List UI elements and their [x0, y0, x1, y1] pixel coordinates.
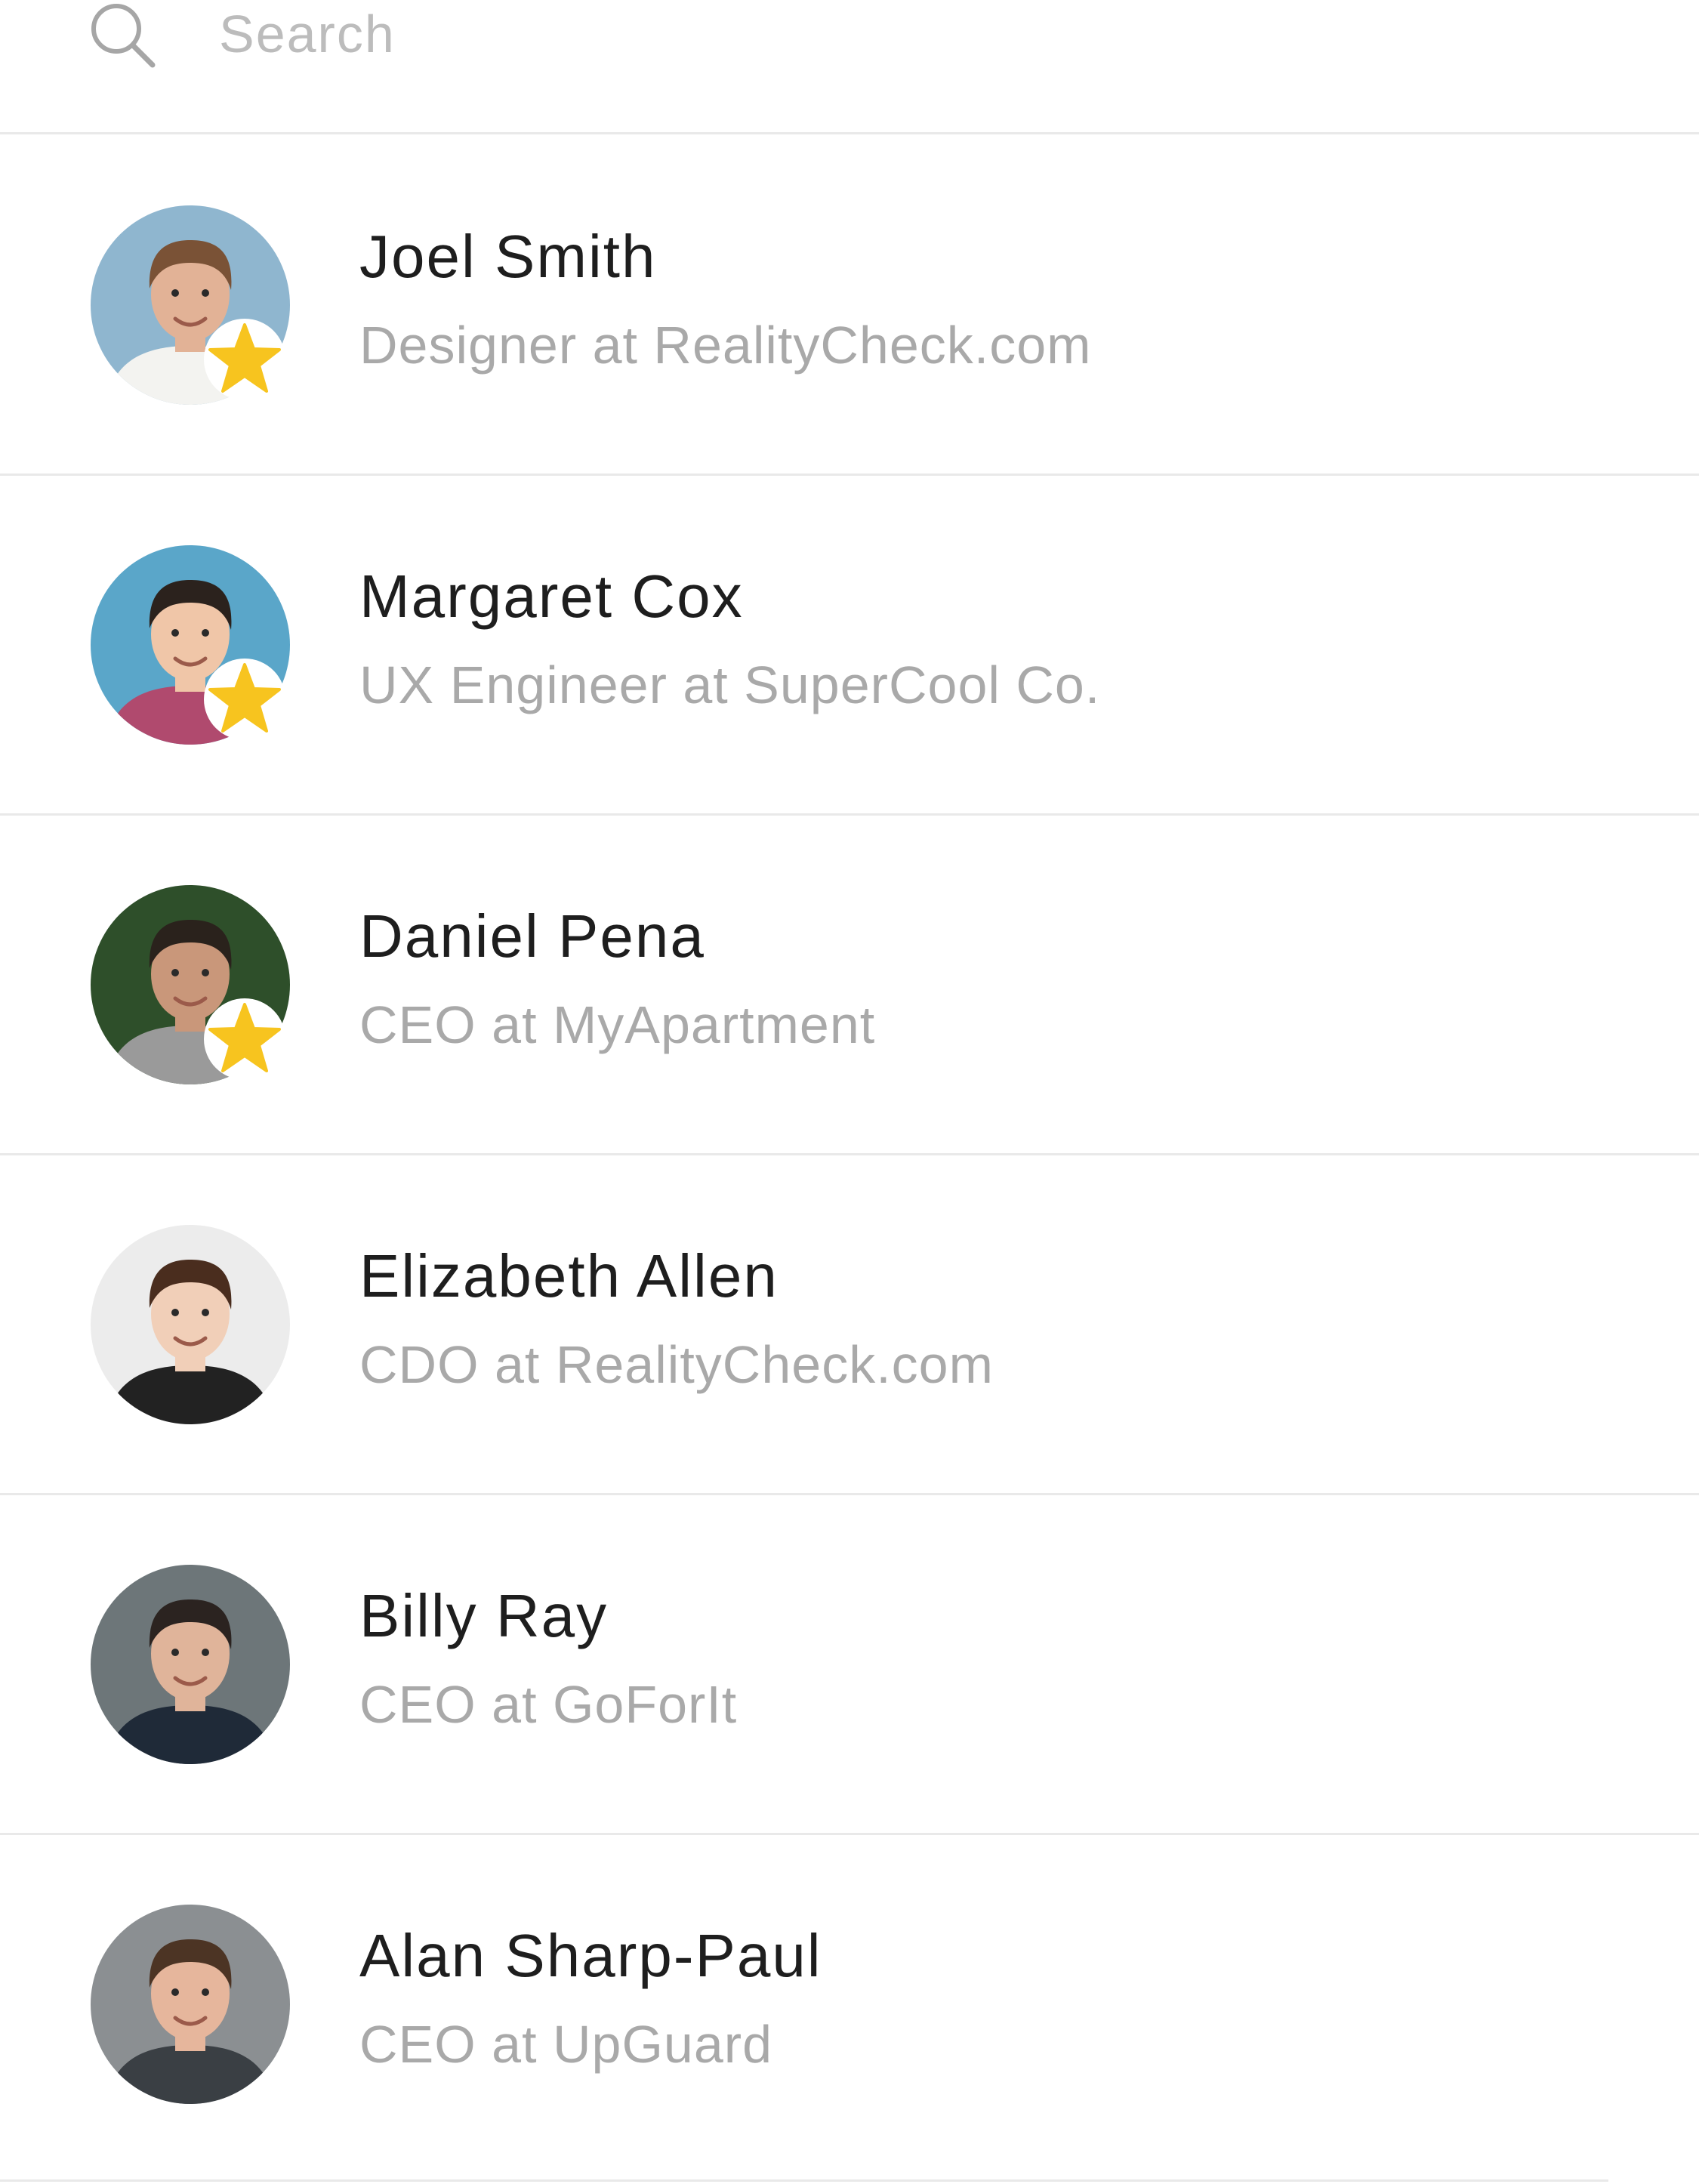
contacts-screen: Joel Smith Designer at RealityCheck.com Ma… [0, 0, 1699, 2184]
contact-name: Joel Smith [359, 223, 657, 290]
contact-name: Alan Sharp-Paul [359, 1922, 822, 1989]
avatar[interactable] [91, 1905, 290, 2104]
contact-list: Joel Smith Designer at RealityCheck.com Ma… [0, 136, 1699, 2175]
contact-text: Margaret Cox UX Engineer at SuperCool Co. [359, 559, 1643, 719]
search-icon[interactable] [88, 0, 157, 68]
contact-name: Margaret Cox [359, 563, 744, 630]
contact-row[interactable]: Elizabeth Allen CDO at RealityCheck.com [0, 1155, 1699, 1495]
star-icon [202, 657, 287, 742]
contact-row[interactable]: Alan Sharp-Paul CEO at UpGuard [0, 1835, 1699, 2175]
contact-role: CEO at MyApartment [359, 995, 876, 1054]
contact-role: CEO at GoForIt [359, 1675, 738, 1734]
star-icon [202, 317, 287, 402]
contact-name: Billy Ray [359, 1582, 609, 1649]
search-bar [0, 0, 1699, 134]
avatar[interactable] [91, 885, 290, 1084]
contact-text: Joel Smith Designer at RealityCheck.com [359, 219, 1643, 379]
contact-role: Designer at RealityCheck.com [359, 316, 1092, 375]
contact-row[interactable]: Margaret Cox UX Engineer at SuperCool Co. [0, 476, 1699, 816]
contact-row[interactable]: Billy Ray CEO at GoForIt [0, 1495, 1699, 1835]
contact-row[interactable]: Daniel Pena CEO at MyApartment [0, 816, 1699, 1155]
contact-name: Daniel Pena [359, 902, 705, 970]
contact-text: Alan Sharp-Paul CEO at UpGuard [359, 1918, 1643, 2078]
star-icon [202, 997, 287, 1081]
avatar[interactable] [91, 545, 290, 745]
avatar-photo [91, 1565, 290, 1764]
contact-role: CDO at RealityCheck.com [359, 1335, 994, 1394]
search-input[interactable] [219, 0, 1578, 68]
avatar[interactable] [91, 205, 290, 405]
contact-role: UX Engineer at SuperCool Co. [359, 656, 1101, 714]
contact-row[interactable]: Joel Smith Designer at RealityCheck.com [0, 136, 1699, 476]
avatar[interactable] [91, 1565, 290, 1764]
contact-text: Daniel Pena CEO at MyApartment [359, 899, 1643, 1059]
list-bottom-divider [0, 2179, 1608, 2182]
avatar[interactable] [91, 1225, 290, 1424]
contact-name: Elizabeth Allen [359, 1242, 779, 1309]
contact-text: Billy Ray CEO at GoForIt [359, 1578, 1643, 1738]
contact-text: Elizabeth Allen CDO at RealityCheck.com [359, 1239, 1643, 1399]
avatar-photo [91, 1905, 290, 2104]
contact-role: CEO at UpGuard [359, 2015, 772, 2074]
avatar-photo [91, 1225, 290, 1424]
